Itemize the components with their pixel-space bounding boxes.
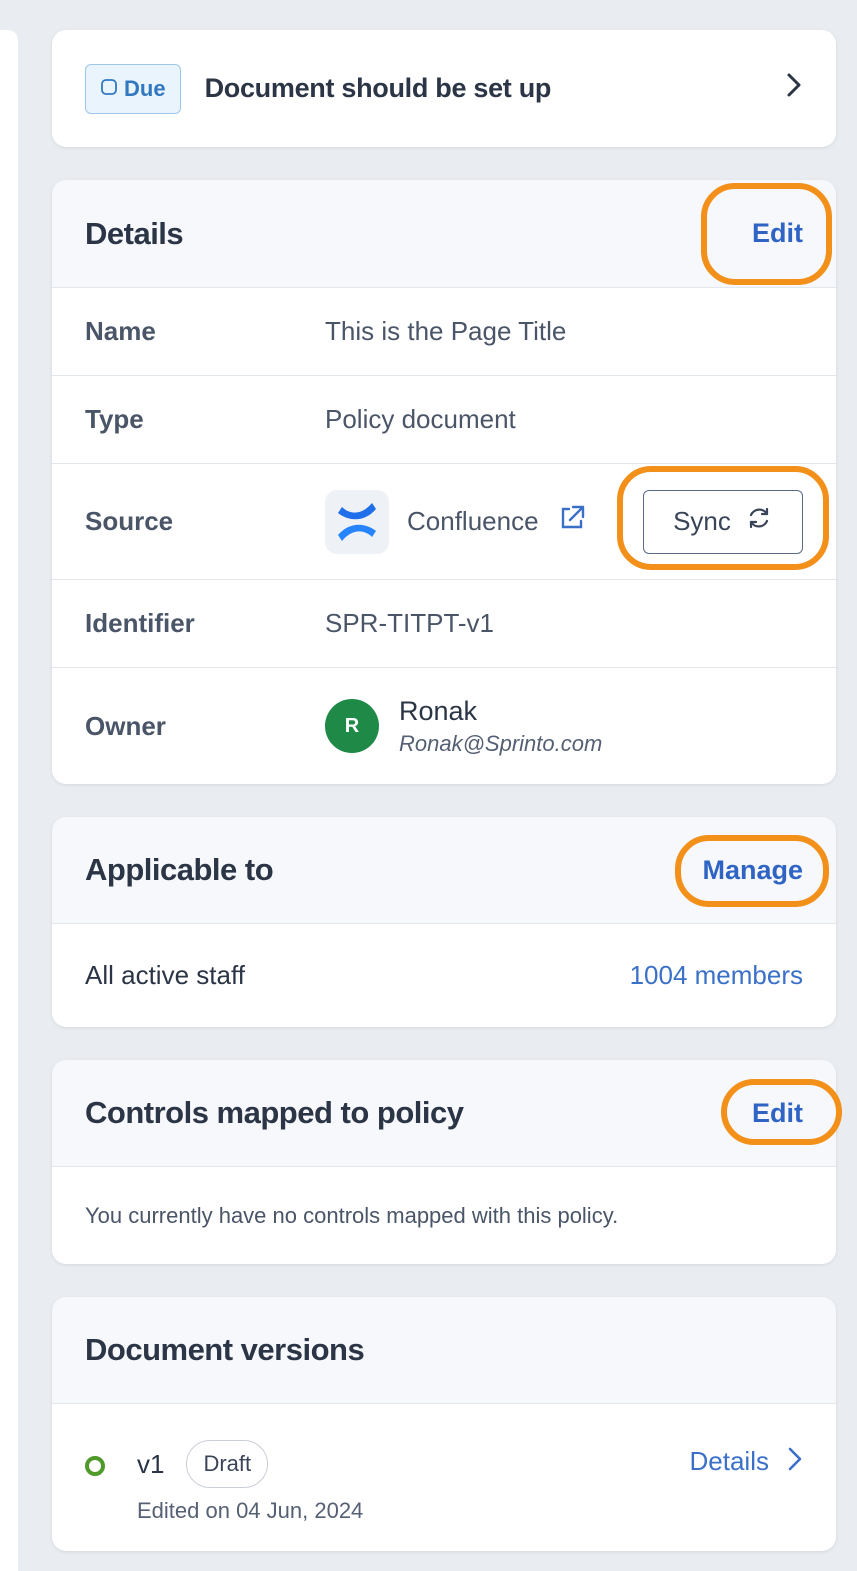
identifier-value: SPR-TITPT-v1: [325, 608, 495, 638]
controls-header: Controls mapped to policy Edit: [52, 1060, 836, 1167]
applicable-header: Applicable to Manage: [52, 817, 836, 924]
sync-button[interactable]: Sync: [643, 489, 803, 554]
name-label: Name: [85, 316, 156, 346]
sync-label: Sync: [673, 506, 731, 536]
details-card: Details Edit Name This is the Page Title…: [52, 180, 836, 784]
applicable-card: Applicable to Manage All active staff 10…: [52, 817, 836, 1027]
version-label: v1: [137, 1448, 165, 1479]
avatar: R: [325, 699, 379, 753]
members-link[interactable]: 1004 members: [630, 960, 803, 991]
name-value: This is the Page Title: [325, 316, 567, 346]
details-title: Details: [85, 215, 184, 251]
details-link-label: Details: [689, 1446, 769, 1476]
version-item[interactable]: v1 Draft Edited on 04 Jun, 2024 Details: [52, 1404, 836, 1551]
applicable-row: All active staff 1004 members: [52, 924, 836, 1027]
details-edit-button[interactable]: Edit: [752, 218, 803, 249]
source-value: Confluence: [407, 506, 539, 536]
identifier-label: Identifier: [85, 608, 195, 638]
controls-empty-row: You currently have no controls mapped wi…: [52, 1167, 836, 1264]
status-badge: Draft: [186, 1440, 269, 1488]
detail-row-type: Type Policy document: [52, 376, 836, 464]
clock-icon: [100, 76, 118, 102]
manage-button[interactable]: Manage: [702, 855, 803, 886]
controls-title: Controls mapped to policy: [85, 1095, 464, 1130]
due-badge: Due: [85, 63, 181, 114]
controls-card: Controls mapped to policy Edit You curre…: [52, 1060, 836, 1264]
detail-row-name: Name This is the Page Title: [52, 288, 836, 376]
left-panel-edge: [0, 30, 18, 1571]
versions-header: Document versions: [52, 1297, 836, 1404]
due-banner[interactable]: Due Document should be set up: [52, 30, 836, 147]
status-dot-icon: [85, 1456, 105, 1476]
type-value: Policy document: [325, 404, 516, 434]
refresh-icon: [745, 504, 773, 539]
detail-row-source: Source Confluence Sync: [52, 464, 836, 580]
controls-edit-button[interactable]: Edit: [752, 1098, 803, 1129]
version-edited-date: Edited on 04 Jun, 2024: [137, 1498, 364, 1523]
due-banner-text: Document should be set up: [204, 73, 552, 103]
controls-empty-text: You currently have no controls mapped wi…: [85, 1202, 619, 1228]
confluence-logo-icon: [325, 489, 389, 554]
versions-card: Document versions v1 Draft Edited on 04 …: [52, 1297, 836, 1551]
chevron-right-icon: [787, 1446, 803, 1477]
version-details-link[interactable]: Details: [690, 1446, 803, 1477]
due-badge-label: Due: [124, 75, 166, 101]
chevron-right-icon[interactable]: [785, 71, 803, 107]
owner-label: Owner: [85, 710, 166, 741]
applicable-group: All active staff: [85, 960, 245, 990]
applicable-title: Applicable to: [85, 852, 274, 887]
external-link-icon[interactable]: [557, 503, 587, 540]
source-label: Source: [85, 506, 174, 536]
versions-title: Document versions: [85, 1332, 365, 1367]
detail-row-owner: Owner R Ronak Ronak@Sprinto.com: [52, 668, 836, 784]
owner-name: Ronak: [399, 695, 478, 726]
type-label: Type: [85, 404, 144, 434]
detail-row-identifier: Identifier SPR-TITPT-v1: [52, 580, 836, 668]
owner-email: Ronak@Sprinto.com: [399, 730, 603, 756]
details-header: Details Edit: [52, 180, 836, 288]
